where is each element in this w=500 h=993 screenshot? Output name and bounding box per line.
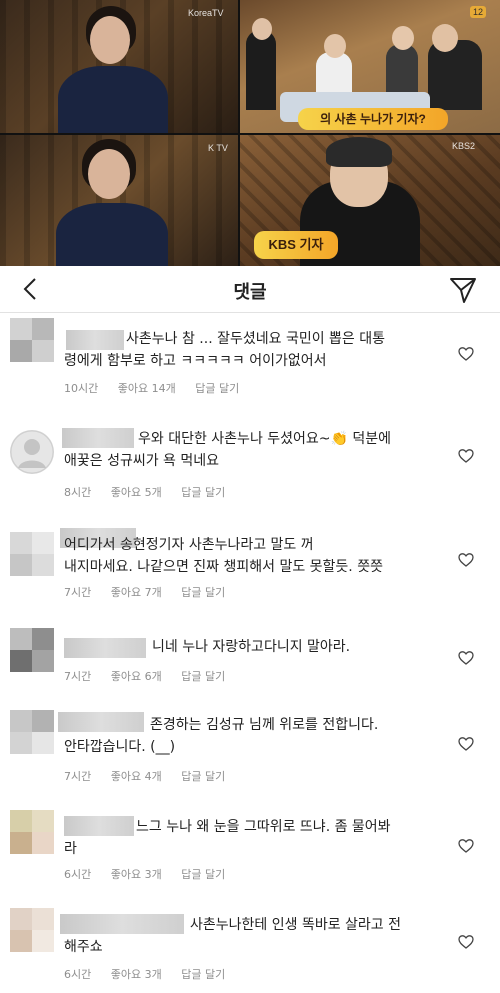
- comment-item: 니네 누나 자랑하고다니지 말아라. 7시간 좋아요 6개 답글 달기: [0, 626, 500, 700]
- show-caption: 의 사촌 누나가 기자?: [298, 108, 448, 130]
- variety-show-frame-bottom: KBS 기자 KBS2: [240, 135, 500, 266]
- reply-button[interactable]: 답글 달기: [181, 586, 225, 599]
- comment-text: 라: [64, 841, 77, 857]
- variety-show-frame-top: 의 사촌 누나가 기자? 12: [240, 0, 500, 133]
- comment-time: 7시간: [64, 586, 92, 599]
- heart-outline-icon[interactable]: [458, 650, 474, 666]
- anchor-frame-top: KoreaTV: [0, 0, 238, 133]
- avatar[interactable]: [10, 710, 54, 754]
- comment-text: 애꿎은 성규씨가 욕 먹네요: [64, 453, 220, 469]
- heart-outline-icon[interactable]: [458, 736, 474, 752]
- comment-text: 니네 누나 자랑하고다니지 말아라.: [152, 639, 351, 655]
- heart-outline-icon[interactable]: [458, 346, 474, 362]
- heart-outline-icon[interactable]: [458, 934, 474, 950]
- reply-button[interactable]: 답글 달기: [181, 868, 225, 881]
- like-count[interactable]: 좋아요 6개: [111, 670, 162, 683]
- like-count[interactable]: 좋아요 14개: [118, 382, 176, 395]
- reporter-caption: KBS 기자: [254, 231, 338, 259]
- avatar[interactable]: [10, 318, 54, 362]
- comment-item: 우와 대단한 사촌누나 두셨어요~👏 덕분에 애꿎은 성규씨가 욕 먹네요 8시…: [0, 418, 500, 510]
- heart-outline-icon[interactable]: [458, 552, 474, 568]
- comment-time: 10시간: [64, 382, 99, 395]
- like-count[interactable]: 좋아요 4개: [111, 770, 162, 783]
- avatar[interactable]: [10, 430, 54, 474]
- comment-item: 존경하는 김성규 님께 위로를 전합니다. 안타깝습니다. (__) 7시간 좋…: [0, 706, 500, 798]
- comment-text: 어디가서 송현정기자 사촌누나라고 말도 꺼: [64, 537, 314, 553]
- avatar[interactable]: [10, 532, 54, 576]
- comment-item: 사촌누나한테 인생 똑바로 살라고 전 해주쇼 6시간 좋아요 3개 답글 달기: [0, 904, 500, 993]
- avatar[interactable]: [10, 628, 54, 672]
- heart-outline-icon[interactable]: [458, 838, 474, 854]
- comment-text: 존경하는 김성규 님께 위로를 전합니다.: [150, 717, 379, 733]
- anchor-frame-bottom: K TV: [0, 135, 238, 266]
- comment-text: 령에게 함부로 하고 ㅋㅋㅋㅋㅋ 어이가없어서: [64, 353, 327, 369]
- comment-time: 6시간: [64, 868, 92, 881]
- share-button[interactable]: [448, 275, 478, 305]
- channel-logo: KoreaTV: [188, 8, 224, 18]
- comment-item: 어디가서 송현정기자 사촌누나라고 말도 꺼 내지마세요. 나같으면 진짜 챙피…: [0, 522, 500, 614]
- page-title: 댓글: [233, 282, 267, 303]
- comment-text: 해주쇼: [64, 939, 103, 955]
- comment-time: 7시간: [64, 770, 92, 783]
- tv-screenshot-collage: KoreaTV K TV 의 사촌 누나가 기자? 12 KBS 기자 KBS2: [0, 0, 500, 266]
- like-count[interactable]: 좋아요 3개: [111, 868, 162, 881]
- comment-text: 우와 대단한 사촌누나 두셨어요~👏 덕분에: [138, 431, 392, 447]
- avatar[interactable]: [10, 810, 54, 854]
- avatar[interactable]: [10, 908, 54, 952]
- reply-button[interactable]: 답글 달기: [195, 382, 239, 395]
- reply-button[interactable]: 답글 달기: [181, 968, 225, 981]
- like-count[interactable]: 좋아요 5개: [111, 486, 162, 499]
- anchor-figure: [56, 139, 168, 266]
- comment-time: 6시간: [64, 968, 92, 981]
- comment-text: 안타깝습니다. (__): [64, 739, 176, 755]
- comment-text: 사촌누나한테 인생 똑바로 살라고 전: [190, 917, 401, 933]
- like-count[interactable]: 좋아요 3개: [111, 968, 162, 981]
- like-count[interactable]: 좋아요 7개: [111, 586, 162, 599]
- age-rating-badge: 12: [470, 6, 487, 18]
- comment-time: 8시간: [64, 486, 92, 499]
- channel-logo: KBS2: [452, 141, 476, 151]
- default-avatar-icon: [10, 430, 54, 474]
- anchor-figure: [58, 6, 168, 133]
- comments-header: 댓글: [0, 266, 500, 313]
- reply-button[interactable]: 답글 달기: [181, 770, 225, 783]
- heart-outline-icon[interactable]: [458, 448, 474, 464]
- comment-time: 7시간: [64, 670, 92, 683]
- comment-text: 내지마세요. 나같으면 진짜 챙피해서 말도 못할듯. 쯧쯧: [64, 559, 383, 575]
- reply-button[interactable]: 답글 달기: [181, 670, 225, 683]
- comment-text: 느그 누나 왜 눈을 그따위로 뜨냐. 좀 물어봐: [136, 819, 391, 835]
- comment-item: 사촌누나 참 ... 잘두셨네요 국민이 뽑은 대통 령에게 함부로 하고 ㅋㅋ…: [0, 312, 500, 406]
- comment-text: 사촌누나 참 ... 잘두셨네요 국민이 뽑은 대통: [126, 331, 386, 347]
- channel-logo: K TV: [208, 143, 228, 153]
- reply-button[interactable]: 답글 달기: [181, 486, 225, 499]
- send-icon: [450, 278, 476, 303]
- comment-item: 느그 누나 왜 눈을 그따위로 뜨냐. 좀 물어봐 라 6시간 좋아요 3개 답…: [0, 808, 500, 900]
